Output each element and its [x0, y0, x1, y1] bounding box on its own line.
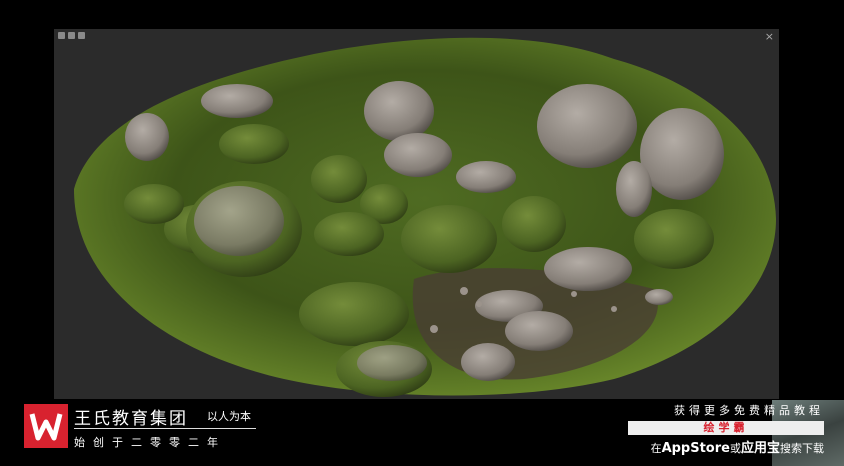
rock [201, 84, 273, 118]
rock [456, 161, 516, 193]
promo-prefix: 在 [650, 442, 662, 455]
rock [357, 345, 427, 381]
moss-mound [401, 205, 497, 273]
pebble [430, 325, 438, 333]
maximize-icon[interactable] [68, 32, 75, 39]
moss-mound [299, 282, 409, 346]
moss-mound [314, 212, 384, 256]
minimize-icon[interactable] [58, 32, 65, 39]
divider [74, 428, 256, 429]
scene-viewport[interactable]: × [54, 29, 779, 399]
moss-mound [219, 124, 289, 164]
rock [461, 343, 515, 381]
wangshi-w-logo-icon [24, 404, 68, 448]
restore-icon[interactable] [78, 32, 85, 39]
promo-store-appstore[interactable]: AppStore [662, 441, 730, 456]
window-controls [58, 32, 85, 39]
rock [640, 108, 724, 200]
promo-app-name[interactable]: 绘学霸 [628, 421, 824, 435]
promo-store-yingyongbao[interactable]: 应用宝 [741, 441, 780, 456]
pebble [460, 287, 468, 295]
promo-block: 获得更多免费精品教程 绘学霸 在AppStore或应用宝搜索下载 [628, 402, 824, 456]
brand-name: 王氏教育集团 [74, 409, 188, 429]
rock [384, 133, 452, 177]
moss-mound [634, 209, 714, 269]
promo-suffix: 搜索下载 [780, 442, 824, 455]
rock [544, 247, 632, 291]
promo-download-text: 在AppStore或应用宝搜索下载 [628, 437, 824, 456]
rock [125, 113, 169, 161]
pebble [476, 301, 482, 307]
top-letterbox [0, 0, 844, 29]
rock [537, 84, 637, 168]
pebble [611, 306, 617, 312]
moss-mound [124, 184, 184, 224]
rock [505, 311, 573, 351]
promo-or: 或 [729, 442, 741, 455]
brand-block: 王氏教育集团 以人为本 始创于二零零二年 [24, 404, 264, 454]
pebble [571, 291, 577, 297]
rock [364, 81, 434, 141]
brand-slogan: 以人为本 [207, 410, 251, 423]
brand-since: 始创于二零零二年 [74, 436, 226, 449]
close-icon[interactable]: × [765, 30, 774, 43]
rock [194, 186, 284, 256]
moss-rock-scan [74, 37, 776, 397]
rock [616, 161, 652, 217]
rock [645, 289, 673, 305]
moss-mound [311, 155, 367, 203]
moss-mound [502, 196, 566, 252]
promo-headline: 获得更多免费精品教程 [674, 404, 824, 417]
